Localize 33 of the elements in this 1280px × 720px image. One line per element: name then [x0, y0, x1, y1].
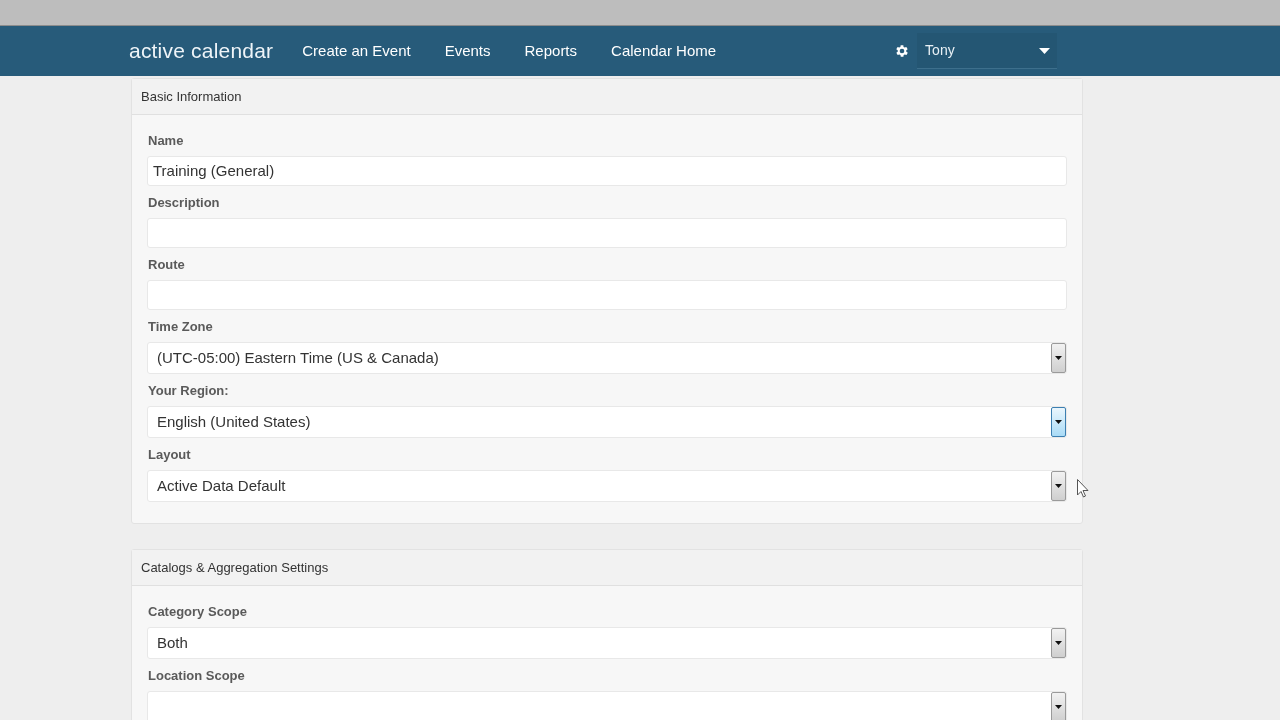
select-field[interactable]: English (United States): [147, 406, 1067, 438]
caret-icon: [1055, 641, 1062, 645]
dropdown-button[interactable]: [1051, 628, 1066, 658]
field-label: Time Zone: [148, 319, 213, 335]
select-field[interactable]: (UTC-05:00) Eastern Time (US & Canada): [147, 342, 1067, 374]
nav-link[interactable]: Create an Event: [302, 39, 411, 63]
text-input[interactable]: Training (General): [147, 156, 1067, 186]
user-menu-button[interactable]: Tony: [917, 33, 1058, 69]
section-title: Catalogs & Aggregation Settings: [141, 558, 329, 577]
field-label: Your Region:: [148, 383, 229, 399]
field-label: Name: [148, 133, 184, 149]
caret-icon: [1055, 356, 1062, 360]
nav-link[interactable]: Events: [444, 39, 491, 63]
nav-link[interactable]: Calendar Home: [611, 39, 717, 63]
field-label: Description: [148, 195, 220, 211]
caret-icon: [1055, 420, 1062, 424]
field-label: Category Scope: [148, 604, 247, 620]
dropdown-button[interactable]: [1051, 692, 1066, 720]
dropdown-button[interactable]: [1051, 343, 1066, 373]
select-field[interactable]: Both: [147, 627, 1067, 659]
caret-icon: [1055, 705, 1062, 709]
nav-link[interactable]: Reports: [524, 39, 578, 63]
select-field[interactable]: [147, 691, 1067, 720]
dropdown-button[interactable]: [1051, 407, 1066, 437]
dropdown-button[interactable]: [1051, 471, 1066, 501]
select-field[interactable]: Active Data Default: [147, 470, 1067, 502]
field-label: Layout: [148, 447, 191, 463]
field-label: Location Scope: [148, 668, 245, 684]
section-title: Basic Information: [141, 87, 242, 106]
app-logo[interactable]: active calendar: [129, 35, 274, 67]
caret-icon: [1055, 484, 1062, 488]
caret-icon: [1039, 47, 1051, 54]
field-label: Route: [148, 257, 185, 273]
